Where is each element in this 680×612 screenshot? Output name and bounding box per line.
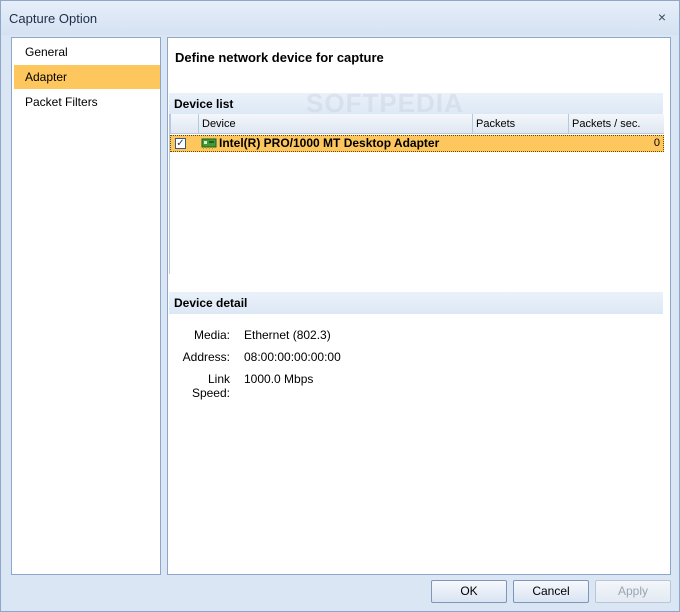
column-check [170, 114, 198, 134]
link-speed-label: Link Speed: [191, 372, 230, 400]
adapter-panel: Define network device for capture Device… [167, 37, 671, 575]
column-packets-per-sec[interactable]: Packets / sec. [568, 114, 664, 134]
media-value: Ethernet (802.3) [244, 328, 331, 342]
packets-per-sec-value: 0 [653, 137, 660, 149]
device-name: Intel(R) PRO/1000 MT Desktop Adapter [219, 136, 440, 150]
title-bar: Capture Option × [1, 1, 679, 35]
close-icon[interactable]: × [651, 7, 673, 27]
media-label: Media: [193, 328, 230, 342]
device-detail-header: Device detail [169, 292, 663, 314]
nav-item-adapter[interactable]: Adapter [14, 65, 160, 89]
address-label: Address: [182, 350, 230, 364]
column-packets[interactable]: Packets [472, 114, 568, 134]
table-row[interactable]: ✓ Intel(R) PRO/1000 MT Desktop Adapter 0 [170, 135, 664, 152]
grid-header: Device Packets Packets / sec. [170, 114, 664, 134]
link-speed-value: 1000.0 Mbps [244, 372, 314, 386]
apply-button[interactable]: Apply [595, 580, 671, 603]
options-nav: General Adapter Packet Filters [11, 37, 161, 575]
window-title: Capture Option [9, 11, 98, 26]
column-device[interactable]: Device [198, 114, 472, 134]
nav-item-packet-filters[interactable]: Packet Filters [14, 90, 160, 114]
cancel-button[interactable]: Cancel [513, 580, 589, 603]
device-checkbox[interactable]: ✓ [175, 138, 186, 149]
nav-item-general[interactable]: General [14, 40, 160, 64]
capture-option-dialog: Capture Option × General Adapter Packet … [0, 0, 680, 612]
address-value: 08:00:00:00:00:00 [244, 350, 341, 364]
device-list-header: Device list [169, 93, 663, 115]
ok-button[interactable]: OK [431, 580, 507, 603]
page-title: Define network device for capture [175, 50, 384, 65]
network-card-icon [201, 138, 217, 149]
device-grid: Device Packets Packets / sec. ✓ Intel(R)… [169, 114, 664, 274]
